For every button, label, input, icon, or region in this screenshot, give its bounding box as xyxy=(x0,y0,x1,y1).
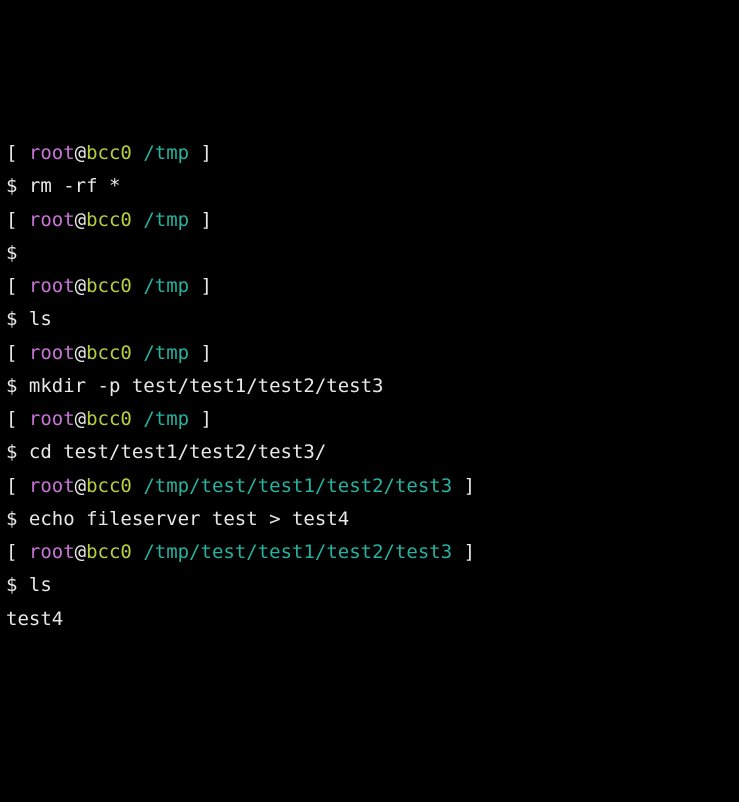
prompt-close-bracket: ] xyxy=(189,342,212,364)
prompt-sep xyxy=(132,408,143,430)
prompt-sep xyxy=(132,142,143,164)
prompt-at: @ xyxy=(75,475,86,497)
prompt-dollar: $ xyxy=(6,175,29,197)
prompt-at: @ xyxy=(75,142,86,164)
prompt-host: bcc0 xyxy=(86,209,132,231)
prompt-user: root xyxy=(29,541,75,563)
command-text: rm -rf * xyxy=(29,175,121,197)
prompt-open-bracket: [ xyxy=(6,342,29,364)
prompt-path: /tmp xyxy=(143,408,189,430)
prompt-host: bcc0 xyxy=(86,342,132,364)
prompt-user: root xyxy=(29,275,75,297)
prompt-line: [ root@bcc0 /tmp/test/test1/test2/test3 … xyxy=(6,470,733,503)
prompt-dollar: $ xyxy=(6,508,29,530)
terminal[interactable]: [ root@bcc0 /tmp ]$ rm -rf *[ root@bcc0 … xyxy=(6,137,733,636)
prompt-dollar: $ xyxy=(6,441,29,463)
prompt-host: bcc0 xyxy=(86,142,132,164)
prompt-dollar: $ xyxy=(6,574,29,596)
prompt-path: /tmp xyxy=(143,209,189,231)
prompt-line: [ root@bcc0 /tmp ] xyxy=(6,270,733,303)
prompt-path: /tmp xyxy=(143,342,189,364)
command-line: $ ls xyxy=(6,569,733,602)
prompt-close-bracket: ] xyxy=(189,408,212,430)
prompt-line: [ root@bcc0 /tmp ] xyxy=(6,403,733,436)
prompt-user: root xyxy=(29,475,75,497)
prompt-open-bracket: [ xyxy=(6,142,29,164)
prompt-sep xyxy=(132,209,143,231)
command-line: $ xyxy=(6,237,733,270)
prompt-dollar: $ xyxy=(6,242,29,264)
command-text: ls xyxy=(29,574,52,596)
prompt-host: bcc0 xyxy=(86,475,132,497)
prompt-open-bracket: [ xyxy=(6,209,29,231)
command-text: mkdir -p test/test1/test2/test3 xyxy=(29,375,384,397)
command-text: echo fileserver test > test4 xyxy=(29,508,349,530)
prompt-open-bracket: [ xyxy=(6,541,29,563)
prompt-line: [ root@bcc0 /tmp ] xyxy=(6,337,733,370)
prompt-user: root xyxy=(29,342,75,364)
command-text: cd test/test1/test2/test3/ xyxy=(29,441,326,463)
prompt-sep xyxy=(132,275,143,297)
command-line: $ mkdir -p test/test1/test2/test3 xyxy=(6,370,733,403)
prompt-path: /tmp/test/test1/test2/test3 xyxy=(143,541,452,563)
prompt-sep xyxy=(132,475,143,497)
prompt-at: @ xyxy=(75,342,86,364)
prompt-close-bracket: ] xyxy=(452,475,475,497)
output-line: test4 xyxy=(6,603,733,636)
prompt-open-bracket: [ xyxy=(6,408,29,430)
prompt-user: root xyxy=(29,408,75,430)
command-line: $ ls xyxy=(6,303,733,336)
prompt-line: [ root@bcc0 /tmp ] xyxy=(6,204,733,237)
command-line: $ cd test/test1/test2/test3/ xyxy=(6,436,733,469)
prompt-line: [ root@bcc0 /tmp/test/test1/test2/test3 … xyxy=(6,536,733,569)
prompt-open-bracket: [ xyxy=(6,275,29,297)
prompt-host: bcc0 xyxy=(86,541,132,563)
prompt-at: @ xyxy=(75,209,86,231)
prompt-path: /tmp xyxy=(143,275,189,297)
prompt-close-bracket: ] xyxy=(189,275,212,297)
prompt-line: [ root@bcc0 /tmp ] xyxy=(6,137,733,170)
prompt-close-bracket: ] xyxy=(452,541,475,563)
command-text: ls xyxy=(29,308,52,330)
output-text: test4 xyxy=(6,608,63,630)
prompt-path: /tmp xyxy=(143,142,189,164)
command-line: $ rm -rf * xyxy=(6,170,733,203)
prompt-dollar: $ xyxy=(6,375,29,397)
prompt-close-bracket: ] xyxy=(189,209,212,231)
prompt-sep xyxy=(132,541,143,563)
prompt-host: bcc0 xyxy=(86,275,132,297)
prompt-at: @ xyxy=(75,541,86,563)
prompt-open-bracket: [ xyxy=(6,475,29,497)
prompt-dollar: $ xyxy=(6,308,29,330)
prompt-at: @ xyxy=(75,275,86,297)
prompt-sep xyxy=(132,342,143,364)
prompt-host: bcc0 xyxy=(86,408,132,430)
prompt-user: root xyxy=(29,209,75,231)
prompt-at: @ xyxy=(75,408,86,430)
command-line: $ echo fileserver test > test4 xyxy=(6,503,733,536)
prompt-close-bracket: ] xyxy=(189,142,212,164)
prompt-path: /tmp/test/test1/test2/test3 xyxy=(143,475,452,497)
prompt-user: root xyxy=(29,142,75,164)
